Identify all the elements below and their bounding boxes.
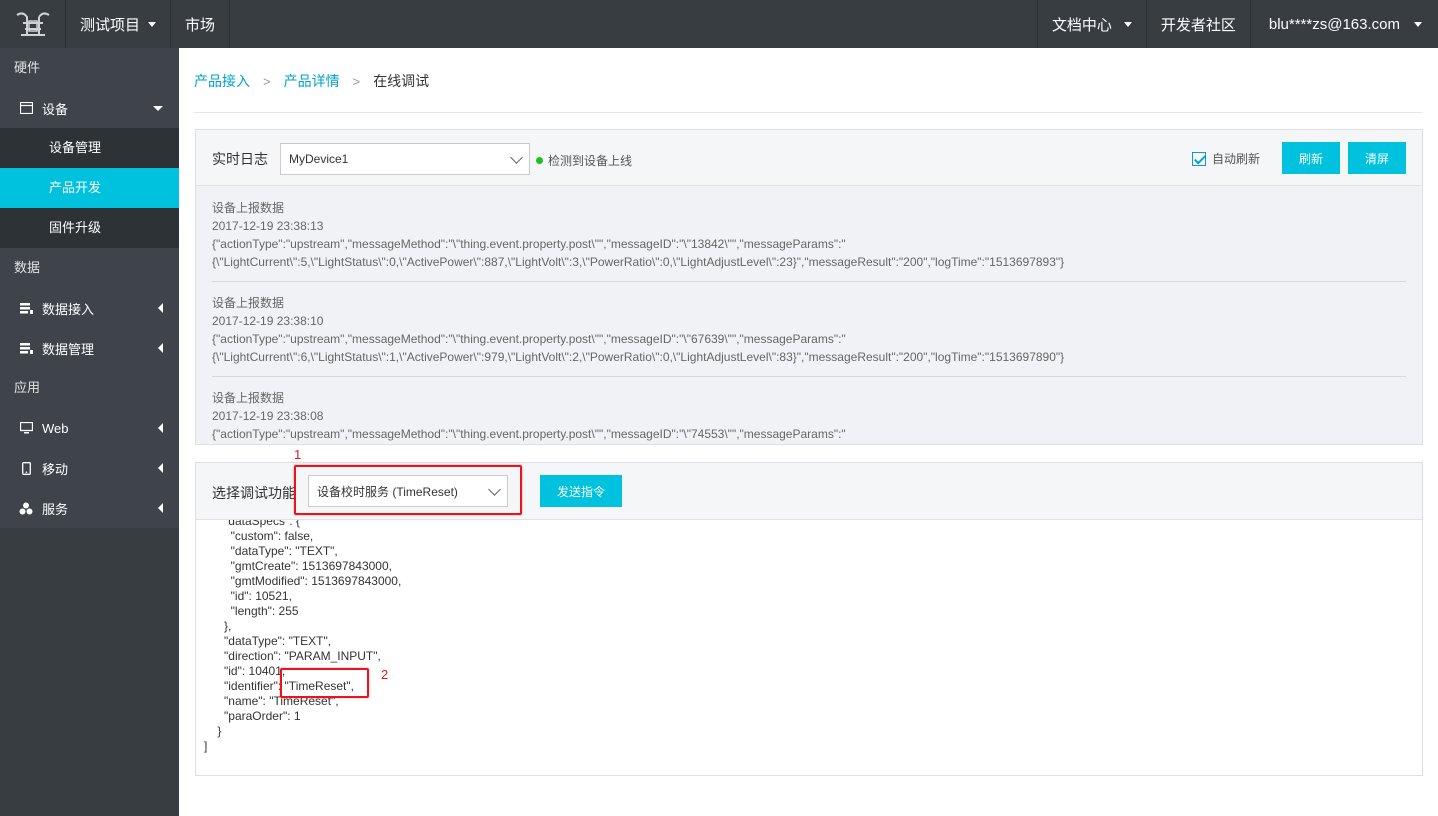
sidebar-item-device-manage[interactable]: 设备管理 xyxy=(0,128,179,168)
command-json: "dataSpecs": { "custom": false, "dataTyp… xyxy=(204,520,402,753)
sidebar-item-label: 设备 xyxy=(42,101,69,117)
log-entry-title: 设备上报数据 xyxy=(212,391,285,405)
sidebar-item-label: 数据接入 xyxy=(42,301,95,317)
sidebar-item-product-dev[interactable]: 产品开发 xyxy=(0,168,179,208)
log-entry-time: 2017-12-19 23:38:08 xyxy=(212,409,324,423)
market-link[interactable]: 市场 xyxy=(171,0,231,48)
sidebar-section-data: 数据 xyxy=(0,248,179,288)
sidebar-item-mobile[interactable]: 移动 xyxy=(0,448,179,488)
chevron-down-icon xyxy=(510,151,523,164)
caret-left-icon xyxy=(158,343,163,353)
log-entry-line: {"actionType":"upstream","messageMethod"… xyxy=(212,332,846,346)
log-list[interactable]: 设备上报数据 2017-12-19 23:38:13 {"actionType"… xyxy=(196,187,1422,444)
realtime-log-panel: 实时日志 MyDevice1 检测到设备上线 自动刷新 刷新 清屏 设备上报数据… xyxy=(195,129,1423,445)
breadcrumb-product-access[interactable]: 产品接入 xyxy=(194,71,250,91)
log-entry-title: 设备上报数据 xyxy=(212,201,285,215)
sidebar: 硬件 设备 设备管理 产品开发 固件升级 数据 数据接入 数据管理 应用 Web xyxy=(0,48,179,816)
sidebar-item-firmware[interactable]: 固件升级 xyxy=(0,208,179,248)
docs-label: 文档中心 xyxy=(1051,16,1112,34)
annotation-label-2: 2 xyxy=(381,667,389,682)
project-label: 测试项目 xyxy=(80,16,141,34)
sidebar-section-hardware: 硬件 xyxy=(0,48,179,88)
caret-down-icon xyxy=(153,106,163,111)
log-entry-line: {"actionType":"upstream","messageMethod"… xyxy=(212,427,846,441)
device-status-text: 检测到设备上线 xyxy=(548,154,633,168)
clear-button[interactable]: 清屏 xyxy=(1348,142,1406,174)
log-panel-title: 实时日志 xyxy=(212,151,268,167)
debug-function-panel: 选择调试功能 设备校时服务 (TimeReset) 发送指令 "dataSpec… xyxy=(195,447,1423,776)
window-icon xyxy=(18,100,34,116)
sidebar-item-web[interactable]: Web xyxy=(0,408,179,448)
caret-left-icon xyxy=(158,463,163,473)
log-entry-title: 设备上报数据 xyxy=(212,296,285,310)
community-link[interactable]: 开发者社区 xyxy=(1147,0,1251,48)
breadcrumb-separator: > xyxy=(352,73,361,89)
user-email: blu****zs@163.com xyxy=(1268,15,1400,33)
chevron-down-icon xyxy=(148,21,157,27)
log-entry: 设备上报数据 2017-12-19 23:38:10 {"actionType"… xyxy=(212,282,1406,377)
log-entry-line: {"actionType":"upstream","messageMethod"… xyxy=(212,237,846,251)
log-panel-header: 实时日志 MyDevice1 检测到设备上线 自动刷新 刷新 清屏 xyxy=(196,130,1422,186)
log-entry-line: {\"LightCurrent\":6,\"LightStatus\":1,\"… xyxy=(212,350,1065,364)
sidebar-item-label: 服务 xyxy=(42,501,69,517)
community-label: 开发者社区 xyxy=(1160,16,1236,34)
log-entry: 设备上报数据 2017-12-19 23:38:08 {"actionType"… xyxy=(212,377,1406,444)
sidebar-item-service[interactable]: 服务 xyxy=(0,488,179,528)
sidebar-item-data-manage[interactable]: 数据管理 xyxy=(0,328,179,368)
device-status: 检测到设备上线 xyxy=(536,152,632,169)
sidebar-item-label: 数据管理 xyxy=(42,341,95,357)
device-select-value: MyDevice1 xyxy=(289,152,349,166)
database-icon xyxy=(18,300,34,316)
sidebar-item-label: 移动 xyxy=(42,461,69,477)
project-selector[interactable]: 测试项目 xyxy=(66,0,172,48)
annotation-box-2 xyxy=(280,668,369,698)
send-command-button[interactable]: 发送指令 xyxy=(540,475,622,507)
breadcrumb-product-detail[interactable]: 产品详情 xyxy=(284,71,340,91)
logo[interactable] xyxy=(0,0,66,48)
chevron-down-icon xyxy=(1414,21,1422,27)
device-select[interactable]: MyDevice1 xyxy=(280,143,530,175)
database-icon xyxy=(18,340,34,356)
online-dot-icon xyxy=(536,157,543,164)
sidebar-item-data-access[interactable]: 数据接入 xyxy=(0,288,179,328)
sidebar-item-label: Web xyxy=(42,420,69,436)
user-menu[interactable]: blu****zs@163.com xyxy=(1251,0,1438,48)
cubes-icon xyxy=(18,500,34,516)
log-entry-time: 2017-12-19 23:38:10 xyxy=(212,314,324,328)
divider xyxy=(194,112,1422,113)
checkbox-checked-icon xyxy=(1192,151,1206,166)
sidebar-item-device[interactable]: 设备 xyxy=(0,88,179,128)
monitor-icon xyxy=(18,420,34,436)
logo-icon xyxy=(15,12,50,36)
caret-left-icon xyxy=(158,303,163,313)
auto-refresh-checkbox[interactable]: 自动刷新 xyxy=(1192,150,1260,167)
command-editor[interactable]: "dataSpecs": { "custom": false, "dataTyp… xyxy=(196,520,1422,775)
caret-left-icon xyxy=(158,423,163,433)
main-content: 产品接入 > 产品详情 > 在线调试 实时日志 MyDevice1 检测到设备上… xyxy=(179,48,1438,816)
log-entry-line: {\"LightCurrent\":5,\"LightStatus\":0,\"… xyxy=(212,255,1065,269)
breadcrumb: 产品接入 > 产品详情 > 在线调试 xyxy=(194,70,429,92)
debug-panel-title: 选择调试功能 xyxy=(212,485,296,501)
log-entry: 设备上报数据 2017-12-19 23:38:13 {"actionType"… xyxy=(212,187,1406,282)
annotation-box-1 xyxy=(294,465,522,515)
chevron-down-icon xyxy=(1123,21,1132,27)
top-navbar: 测试项目 市场 文档中心 开发者社区 blu****zs@163.com xyxy=(0,0,1438,48)
mobile-icon xyxy=(18,460,34,476)
auto-refresh-label: 自动刷新 xyxy=(1212,152,1261,166)
docs-menu[interactable]: 文档中心 xyxy=(1036,0,1147,48)
sidebar-section-app: 应用 xyxy=(0,368,179,408)
caret-left-icon xyxy=(158,503,163,513)
log-entry-time: 2017-12-19 23:38:13 xyxy=(212,219,324,233)
breadcrumb-current: 在线调试 xyxy=(373,73,430,89)
breadcrumb-separator: > xyxy=(263,73,271,89)
refresh-button[interactable]: 刷新 xyxy=(1282,142,1340,174)
annotation-label-1: 1 xyxy=(294,447,302,462)
market-label: 市场 xyxy=(185,16,216,34)
